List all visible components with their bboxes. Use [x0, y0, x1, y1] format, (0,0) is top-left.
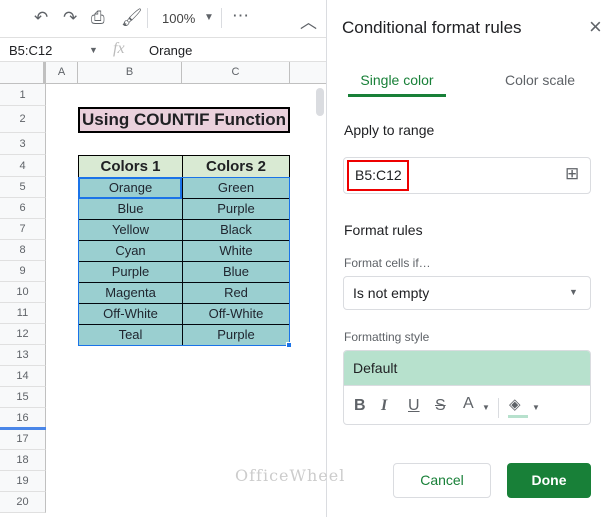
apply-range-label: Apply to range	[344, 122, 435, 138]
selection-range	[78, 177, 290, 346]
strikethrough-button[interactable]: S	[435, 397, 446, 415]
row-header[interactable]: 19	[0, 471, 46, 492]
more-icon[interactable]: ⋯	[232, 6, 249, 26]
row-header[interactable]: 2	[0, 106, 46, 133]
row-header[interactable]: 5	[0, 177, 46, 198]
scrollbar[interactable]	[316, 88, 324, 116]
zoom-select[interactable]: 100%	[162, 11, 195, 26]
row-header[interactable]: 6	[0, 198, 46, 219]
tab-color-scale[interactable]: Color scale	[487, 72, 593, 88]
freeze-handle[interactable]	[0, 427, 46, 430]
toolbar: ↶ ↷ ⎙ 🖌 100% ▼ ⋯ ︿	[0, 0, 326, 38]
format-rules-heading: Format rules	[344, 222, 423, 238]
chevron-down-icon: ▼	[569, 287, 578, 297]
fill-color-icon[interactable]: ◈	[509, 395, 521, 413]
column-header-d[interactable]	[290, 62, 326, 84]
range-value: B5:C12	[347, 160, 409, 191]
collapse-icon[interactable]: ︿	[300, 8, 317, 33]
italic-button[interactable]: I	[381, 397, 387, 415]
condition-value: Is not empty	[353, 285, 430, 301]
row-header[interactable]: 20	[0, 492, 46, 513]
redo-icon[interactable]: ↷	[63, 8, 77, 28]
undo-icon[interactable]: ↶	[34, 8, 48, 28]
row-header[interactable]: 1	[0, 84, 46, 106]
divider	[147, 8, 148, 28]
row-header[interactable]: 12	[0, 324, 46, 345]
grid-select-icon[interactable]: ⊞	[565, 164, 579, 184]
select-all[interactable]	[0, 62, 46, 84]
fill-color-swatch	[508, 415, 528, 418]
style-preview[interactable]: Default	[344, 351, 590, 386]
name-box[interactable]: B5:C12	[9, 43, 52, 58]
cancel-button[interactable]: Cancel	[393, 463, 491, 498]
range-input[interactable]: B5:C12 ⊞	[343, 157, 591, 194]
formula-bar: B5:C12 ▼ fx Orange	[0, 38, 326, 62]
fill-handle[interactable]	[286, 342, 292, 348]
formatting-style-label: Formatting style	[344, 330, 430, 344]
row-header[interactable]: 7	[0, 219, 46, 240]
row-header[interactable]: 18	[0, 450, 46, 471]
format-cells-if-label: Format cells if…	[344, 256, 431, 270]
done-button[interactable]: Done	[507, 463, 591, 498]
condition-select[interactable]: Is not empty ▼	[343, 276, 591, 310]
print-icon[interactable]: ⎙	[91, 8, 105, 28]
formatting-style-box: Default B I U S A ▼ ◈ ▼	[343, 350, 591, 425]
formula-input[interactable]: Orange	[149, 43, 192, 58]
row-header[interactable]: 15	[0, 387, 46, 408]
divider	[498, 398, 499, 418]
row-header[interactable]: 16	[0, 408, 46, 429]
row-header[interactable]: 14	[0, 366, 46, 387]
row-header[interactable]: 11	[0, 303, 46, 324]
title-cell[interactable]: Using COUNTIF Function	[78, 107, 290, 133]
row-header[interactable]: 9	[0, 261, 46, 282]
panel-title: Conditional format rules	[342, 18, 522, 37]
underline-button[interactable]: U	[408, 397, 420, 415]
column-title-cell[interactable]: Colors 2	[182, 155, 290, 178]
spreadsheet-area: ↶ ↷ ⎙ 🖌 100% ▼ ⋯ ︿ B5:C12 ▼ fx Orange A …	[0, 0, 327, 517]
bold-button[interactable]: B	[354, 397, 366, 415]
row-header[interactable]: 3	[0, 133, 46, 155]
conditional-format-panel: Conditional format rules × Single color …	[327, 0, 613, 517]
row-header[interactable]: 4	[0, 155, 46, 177]
chevron-down-icon[interactable]: ▼	[89, 45, 98, 55]
paint-format-icon[interactable]: 🖌	[121, 8, 143, 28]
column-header-a[interactable]: A	[46, 62, 78, 84]
row-header[interactable]: 13	[0, 345, 46, 366]
column-title-cell[interactable]: Colors 1	[78, 155, 183, 178]
row-header[interactable]: 17	[0, 429, 46, 450]
tab-single-color[interactable]: Single color	[348, 72, 446, 97]
row-header[interactable]: 10	[0, 282, 46, 303]
column-header-b[interactable]: B	[78, 62, 182, 84]
chevron-down-icon[interactable]: ▼	[204, 12, 214, 23]
column-header-c[interactable]: C	[182, 62, 290, 84]
divider	[221, 8, 222, 28]
close-icon[interactable]: ×	[589, 14, 602, 40]
text-color-button[interactable]: A	[463, 395, 474, 413]
chevron-down-icon: ▼	[482, 403, 490, 412]
row-header[interactable]: 8	[0, 240, 46, 261]
chevron-down-icon: ▼	[532, 403, 540, 412]
fx-icon: fx	[113, 40, 125, 57]
